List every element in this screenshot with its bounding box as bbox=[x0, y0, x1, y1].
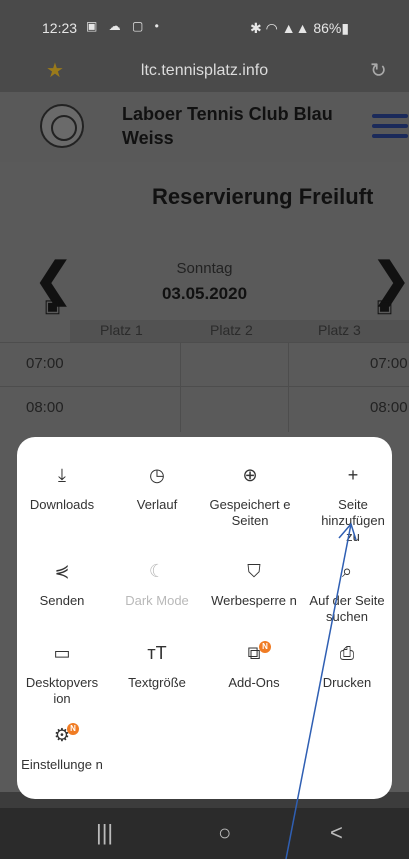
plus-icon: + bbox=[347, 465, 359, 485]
court-header: Platz 3 bbox=[318, 322, 361, 338]
menu-item-label: Add-Ons bbox=[228, 675, 280, 690]
menu-item-label: Auf der Seite suchen bbox=[309, 593, 385, 624]
menu-item-label: Desktopvers ion bbox=[25, 675, 99, 706]
back-button[interactable]: < bbox=[330, 820, 343, 846]
share-icon: ⋞ bbox=[54, 561, 70, 581]
page-title: Reservierung Freiluft bbox=[152, 184, 374, 209]
menu-item-add-page-to[interactable]: + Seite hinzufügen zu bbox=[317, 465, 389, 545]
browser-menu-sheet: ⤓ Downloads ◷ Verlauf ⊕ Gespeichert e Se… bbox=[17, 437, 392, 799]
time-row[interactable]: 08:00 08:00 bbox=[0, 386, 409, 431]
browser-url-bar[interactable]: ★ ltc.tennisplatz.info ↻ bbox=[0, 52, 409, 92]
system-nav-bar: ||| ○ < bbox=[0, 808, 409, 859]
addons-icon: ⧉ bbox=[247, 643, 261, 663]
date-label: 03.05.2020 bbox=[161, 284, 248, 303]
menu-item-label: Textgröße bbox=[128, 675, 186, 690]
print-icon: ⎙ bbox=[339, 643, 355, 663]
status-bar: 12:23 ▣ ☁ ▢ • ✱ ◠ ▲▲ 86%▮ bbox=[0, 0, 409, 52]
menu-item-label: Gespeichert e Seiten bbox=[209, 497, 291, 528]
reload-icon[interactable]: ↻ bbox=[370, 58, 387, 83]
menu-item-label: Dark Mode bbox=[125, 593, 189, 608]
menu-item-label: Werbesperre n bbox=[211, 593, 297, 608]
menu-item-settings[interactable]: ⚙ N Einstellunge n bbox=[17, 723, 107, 773]
status-time: 12:23 bbox=[42, 20, 78, 36]
saved-pages-icon: ⊕ bbox=[242, 465, 258, 485]
menu-item-add-ons[interactable]: ⧉ N Add-Ons bbox=[209, 641, 299, 691]
menu-item-history[interactable]: ◷ Verlauf bbox=[112, 465, 202, 513]
new-badge: N bbox=[67, 723, 79, 735]
text-size-icon: ᴛT bbox=[147, 643, 167, 663]
recents-button[interactable]: ||| bbox=[96, 820, 113, 846]
time-label: 07:00 bbox=[370, 355, 408, 372]
moon-icon: ☾ bbox=[148, 561, 166, 581]
shield-icon: ⛉ bbox=[247, 561, 261, 581]
time-row[interactable]: 07:00 07:00 bbox=[0, 342, 409, 387]
gear-icon: ⚙ bbox=[53, 725, 71, 745]
desktop-icon: ▭ bbox=[53, 643, 71, 663]
menu-item-desktop-version[interactable]: ▭ Desktopvers ion bbox=[17, 643, 107, 707]
site-header: Laboer Tennis Club Blau Weiss bbox=[0, 92, 409, 162]
menu-item-ad-blocker[interactable]: ⛉ Werbesperre n bbox=[209, 561, 299, 609]
menu-item-label: Verlauf bbox=[136, 497, 178, 512]
time-label: 07:00 bbox=[26, 355, 64, 372]
download-icon: ⤓ bbox=[58, 465, 66, 485]
menu-item-saved-pages[interactable]: ⊕ Gespeichert e Seiten bbox=[209, 465, 291, 529]
menu-item-share[interactable]: ⋞ Senden bbox=[17, 561, 107, 609]
home-button[interactable]: ○ bbox=[218, 820, 231, 846]
time-label: 08:00 bbox=[370, 399, 408, 416]
notification-icons: ▣ ☁ ▢ • bbox=[86, 19, 163, 33]
court-header: Platz 2 bbox=[210, 322, 253, 338]
club-name: Laboer Tennis Club Blau Weiss bbox=[122, 104, 333, 148]
find-in-page-icon: ⌕ bbox=[341, 561, 353, 581]
menu-item-find-in-page[interactable]: ⌕ Auf der Seite suchen bbox=[303, 561, 391, 625]
day-label: Sonntag bbox=[176, 260, 233, 277]
court-header: Platz 1 bbox=[100, 322, 143, 338]
court-header-row: Platz 1 Platz 2 Platz 3 bbox=[70, 320, 409, 342]
menu-item-label: Einstellunge n bbox=[21, 757, 103, 772]
menu-item-label: Seite hinzufügen zu bbox=[321, 497, 385, 544]
status-icons: ✱ ◠ ▲▲ 86%▮ bbox=[250, 20, 350, 36]
menu-item-downloads[interactable]: ⤓ Downloads bbox=[17, 465, 107, 513]
hamburger-menu-icon[interactable] bbox=[372, 114, 408, 144]
new-badge: N bbox=[259, 641, 271, 653]
menu-item-label: Drucken bbox=[322, 675, 372, 690]
history-icon: ◷ bbox=[149, 465, 165, 485]
time-label: 08:00 bbox=[26, 399, 64, 416]
club-logo[interactable] bbox=[40, 104, 84, 148]
menu-item-print[interactable]: ⎙ Drucken bbox=[303, 643, 391, 691]
url-text[interactable]: ltc.tennisplatz.info bbox=[0, 62, 409, 80]
menu-item-dark-mode[interactable]: ☾ Dark Mode bbox=[112, 561, 202, 609]
menu-item-label: Senden bbox=[39, 593, 85, 608]
menu-item-text-size[interactable]: ᴛT Textgröße bbox=[112, 643, 202, 691]
menu-item-label: Downloads bbox=[29, 497, 95, 512]
